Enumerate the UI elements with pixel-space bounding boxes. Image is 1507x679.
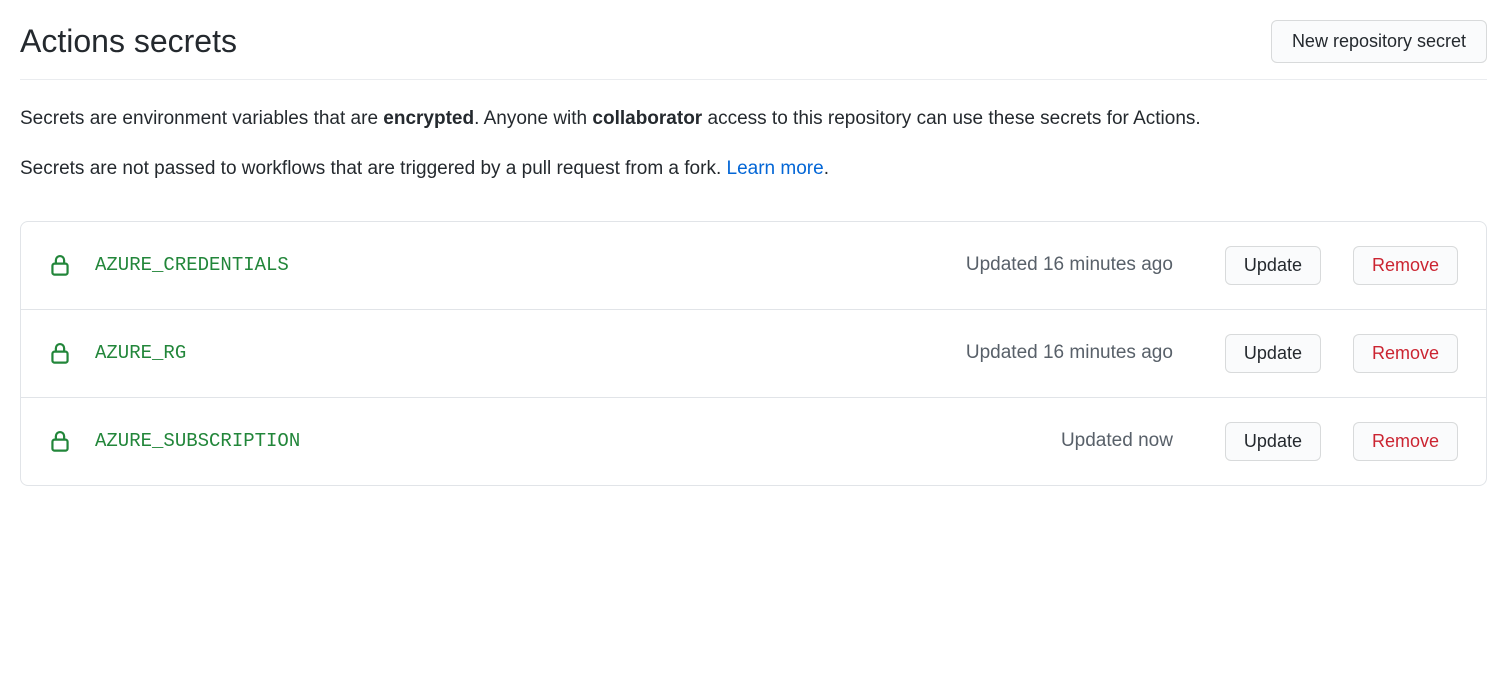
new-repository-secret-button[interactable]: New repository secret <box>1271 20 1487 63</box>
secret-name: AZURE_CREDENTIALS <box>95 254 942 276</box>
secret-name: AZURE_RG <box>95 342 942 364</box>
lock-icon <box>49 252 71 278</box>
secret-updated-time: Updated now <box>1061 430 1173 452</box>
page-title: Actions secrets <box>20 23 237 60</box>
description-text: . Anyone with <box>474 108 592 129</box>
description-text: Secrets are not passed to workflows that… <box>20 158 727 179</box>
learn-more-link[interactable]: Learn more <box>727 158 824 179</box>
remove-button[interactable]: Remove <box>1353 422 1458 461</box>
secret-row: AZURE_SUBSCRIPTION Updated now Update Re… <box>21 398 1486 485</box>
description-text: access to this repository can use these … <box>702 108 1200 129</box>
description-text: Secrets are environment variables that a… <box>20 108 383 129</box>
lock-icon <box>49 340 71 366</box>
secret-updated-time: Updated 16 minutes ago <box>966 342 1173 364</box>
description-paragraph-2: Secrets are not passed to workflows that… <box>20 154 1487 184</box>
secret-row: AZURE_RG Updated 16 minutes ago Update R… <box>21 310 1486 398</box>
description-bold: collaborator <box>592 108 702 129</box>
page-header: Actions secrets New repository secret <box>20 20 1487 80</box>
remove-button[interactable]: Remove <box>1353 246 1458 285</box>
secret-row: AZURE_CREDENTIALS Updated 16 minutes ago… <box>21 222 1486 310</box>
remove-button[interactable]: Remove <box>1353 334 1458 373</box>
lock-icon <box>49 428 71 454</box>
secret-updated-time: Updated 16 minutes ago <box>966 254 1173 276</box>
update-button[interactable]: Update <box>1225 334 1321 373</box>
description-bold: encrypted <box>383 108 474 129</box>
description-paragraph-1: Secrets are environment variables that a… <box>20 104 1487 134</box>
secret-name: AZURE_SUBSCRIPTION <box>95 430 1037 452</box>
secrets-list: AZURE_CREDENTIALS Updated 16 minutes ago… <box>20 221 1487 486</box>
update-button[interactable]: Update <box>1225 422 1321 461</box>
description-text: . <box>824 158 829 179</box>
update-button[interactable]: Update <box>1225 246 1321 285</box>
